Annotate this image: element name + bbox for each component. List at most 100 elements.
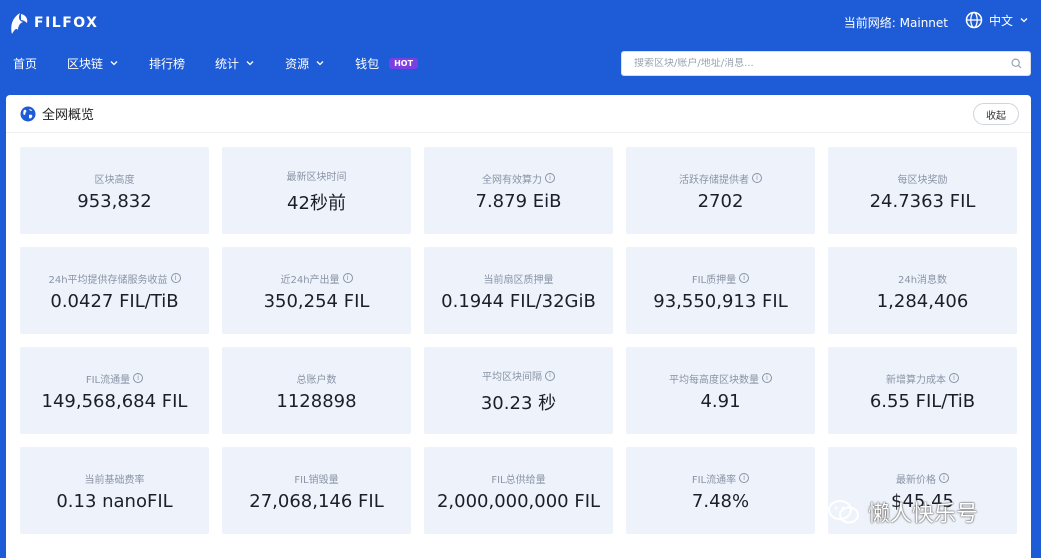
stat-value: 2702 (697, 191, 744, 212)
info-icon[interactable]: i (545, 370, 555, 381)
earth-icon (20, 106, 36, 121)
info-icon[interactable]: i (949, 373, 959, 383)
wechat-icon (828, 500, 859, 524)
brand-name: FILFOX (34, 15, 99, 31)
stat-label-text: FIL销毁量 (294, 474, 339, 486)
nav-item-ranking[interactable]: 排行榜 (149, 55, 185, 72)
stat-label-text: 区块高度 (94, 174, 135, 186)
stat-value: 953,832 (77, 191, 152, 212)
stat-value: 2,000,000,000 FIL (436, 491, 601, 512)
info-icon[interactable]: i (739, 473, 750, 483)
stats-grid: 区块高度 953,832 最新区块时间 42秒前 全网有效算力 i 7.879 EiB 活跃存… (20, 147, 1017, 534)
stat-label: FIL质押量 i (692, 271, 750, 286)
network-indicator[interactable]: 当前网络: Mainnet (844, 14, 948, 31)
language-selector[interactable]: 中文 (965, 11, 1029, 29)
nav-item-resources[interactable]: 资源 (285, 55, 325, 72)
stat-label: 平均每高度区块数量 i (669, 371, 772, 386)
nav-item-statistics[interactable]: 统计 (215, 55, 255, 72)
language-label: 中文 (988, 13, 1013, 28)
stat-value: 0.1944 FIL/32GiB (441, 291, 596, 312)
stat-label: FIL销毁量 (294, 471, 339, 486)
info-icon[interactable]: i (545, 173, 555, 183)
stat-label: 24h平均提供存储服务收益 i (48, 271, 181, 286)
stat-label: 区块高度 (94, 171, 135, 186)
stat-label-text: 平均区块间隔 (482, 372, 542, 383)
stat-label-text: 当前基础费率 (84, 474, 145, 486)
chevron-down-icon (316, 61, 324, 66)
stat-value: 6.55 FIL/TiB (869, 391, 976, 412)
stat-label: 最新区块时间 (287, 169, 347, 183)
stat-label: 每区块奖励 (897, 171, 948, 186)
nav-item-wallet[interactable]: 钱包 HOT (355, 55, 419, 72)
info-icon[interactable]: i (739, 273, 750, 283)
stat-label: 活跃存储提供者 i (679, 171, 762, 186)
filfox-logo[interactable]: FILFOX (8, 8, 98, 38)
stat-label: 当前基础费率 (84, 471, 145, 486)
nav-label: 资源 (285, 56, 310, 71)
nav-item-home[interactable]: 首页 (13, 55, 37, 72)
hot-badge: HOT (389, 57, 419, 69)
stat-card: 新增算力成本 i 6.55 FIL/TiB (828, 347, 1017, 434)
stat-label-text: 近24h产出量 (280, 274, 340, 286)
stat-card: 当前扇区质押量 0.1944 FIL/32GiB (424, 247, 613, 334)
stat-card: 24h消息数 1,284,406 (828, 247, 1017, 334)
stat-label-text: FIL流通量 (85, 374, 131, 386)
chevron-down-icon (1020, 18, 1028, 23)
stat-value: 7.879 EiB (475, 191, 562, 212)
stat-label-text: FIL总供给量 (491, 474, 546, 486)
stat-label: 总账户数 (297, 371, 337, 386)
nav-label: 首页 (13, 56, 38, 71)
stat-card: 总账户数 1128898 (222, 347, 411, 434)
stat-label-text: 最新价格 (896, 474, 936, 486)
stat-label: 近24h产出量 i (280, 271, 353, 286)
stat-card: 当前基础费率 0.13 nanoFIL (20, 447, 209, 534)
nav-label: 钱包 (355, 56, 380, 71)
stat-label-text: 最新区块时间 (286, 172, 347, 183)
search-input[interactable] (634, 58, 1011, 69)
info-icon[interactable]: i (939, 473, 949, 483)
stat-label-text: 平均每高度区块数量 (669, 374, 759, 386)
fox-logo-icon (11, 13, 28, 34)
stat-label: 新增算力成本 i (886, 371, 959, 386)
nav-item-blockchain[interactable]: 区块链 (67, 55, 119, 72)
stat-label: 24h消息数 (897, 271, 948, 286)
stat-label: FIL总供给量 (491, 471, 546, 486)
stat-value: 0.0427 FIL/TiB (50, 291, 179, 312)
chevron-down-icon (110, 61, 118, 66)
stat-card: 每区块奖励 24.7363 FIL (828, 147, 1017, 234)
stat-value: 0.13 nanoFIL (56, 491, 173, 512)
stat-value: 24.7363 FIL (869, 191, 976, 212)
nav-label: 区块链 (67, 56, 104, 71)
search-box[interactable] (621, 51, 1031, 76)
stat-label-text: 24h平均提供存储服务收益 (48, 274, 168, 286)
stat-label-text: 24h消息数 (897, 274, 948, 286)
stat-card: 活跃存储提供者 i 2702 (626, 147, 815, 234)
info-icon[interactable]: i (170, 273, 181, 283)
stat-value: 27,068,146 FIL (249, 491, 384, 512)
nav-label: 排行榜 (149, 56, 186, 71)
search-icon[interactable] (1011, 58, 1022, 69)
stat-card: FIL质押量 i 93,550,913 FIL (626, 247, 815, 334)
main-nav: 首页 区块链 排行榜 统计 资源 钱包 HOT (0, 51, 419, 75)
globe-icon (965, 11, 983, 29)
stat-value: 1128898 (276, 391, 357, 412)
stat-card: FIL总供给量 2,000,000,000 FIL (424, 447, 613, 534)
stat-value: 4.91 (700, 391, 741, 412)
stat-card: 近24h产出量 i 350,254 FIL (222, 247, 411, 334)
stat-label-text: 每区块奖励 (897, 174, 948, 186)
stat-card: 平均区块间隔 i 30.23 秒 (424, 347, 613, 434)
stat-value: 1,284,406 (876, 291, 969, 312)
stat-card: FIL流通率 i 7.48% (626, 447, 815, 534)
collapse-button[interactable]: 收起 (973, 103, 1019, 125)
top-header: FILFOX 当前网络: Mainnet 中文 首页 区块链 排行榜 统计 资源… (0, 0, 1041, 90)
network-overview-panel: 全网概览 收起 区块高度 953,832 最新区块时间 42秒前 全网有效算力 i 7.87… (6, 95, 1031, 558)
info-icon[interactable]: i (762, 373, 772, 383)
info-icon[interactable]: i (342, 273, 353, 283)
watermark: 懒人快乐号 (828, 496, 978, 528)
stat-label: 最新价格 i (896, 471, 949, 486)
panel-title: 全网概览 (42, 108, 95, 123)
stat-label-text: FIL流通率 (691, 474, 737, 486)
info-icon[interactable]: i (752, 173, 762, 183)
stat-value: 42秒前 (287, 192, 346, 214)
info-icon[interactable]: i (133, 373, 144, 383)
